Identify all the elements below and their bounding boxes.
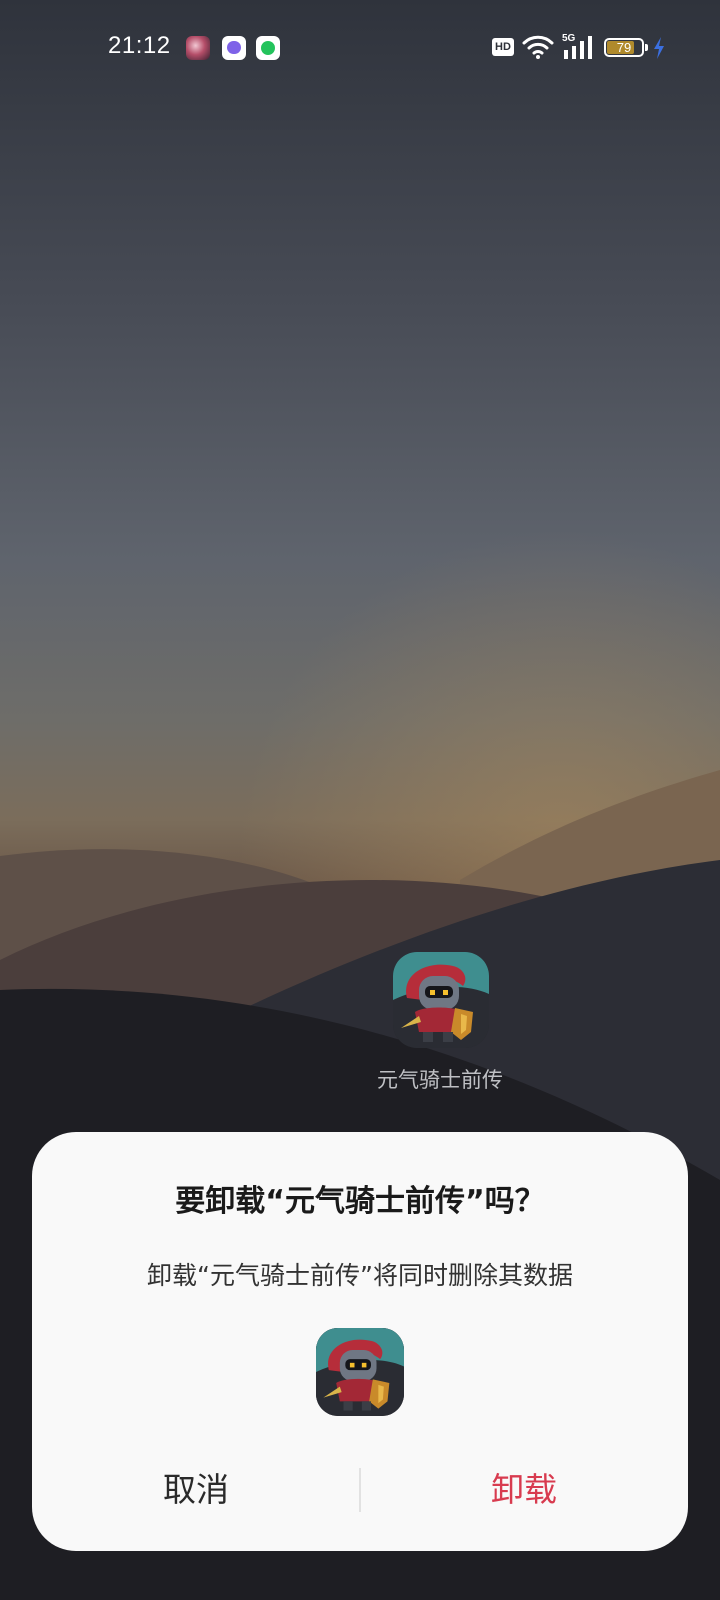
message-app-icon	[256, 36, 280, 60]
uninstall-dialog: 要卸载“元气骑士前传”吗？ 卸载“元气骑士前传”将同时删除其数据 取消 卸载	[32, 1132, 688, 1551]
knight-character-icon	[316, 1328, 404, 1416]
home-app-label[interactable]: 元气骑士前传	[340, 1064, 540, 1094]
wifi-icon	[522, 35, 554, 59]
dialog-button-row: 取消 卸载	[32, 1460, 688, 1520]
status-bar: 21:12 HD 5G 79	[0, 28, 720, 68]
charging-icon	[654, 37, 664, 59]
chat-app-icon	[222, 36, 246, 60]
avatar-icon	[186, 36, 210, 60]
battery-level: 79	[616, 40, 632, 55]
uninstall-button[interactable]: 卸载	[360, 1460, 688, 1520]
battery-icon: 79	[604, 38, 644, 57]
signal-icon	[564, 36, 592, 59]
dialog-title: 要卸载“元气骑士前传”吗？	[175, 1184, 545, 1219]
status-time: 21:12	[108, 32, 171, 59]
cancel-button[interactable]: 取消	[32, 1460, 360, 1520]
hd-badge: HD	[492, 38, 514, 56]
dialog-app-icon	[316, 1328, 404, 1416]
knight-character-icon	[393, 952, 489, 1048]
battery-tip	[645, 44, 648, 51]
dialog-message: 卸载“元气骑士前传”将同时删除其数据	[147, 1261, 573, 1290]
game-app-icon[interactable]	[393, 952, 489, 1048]
